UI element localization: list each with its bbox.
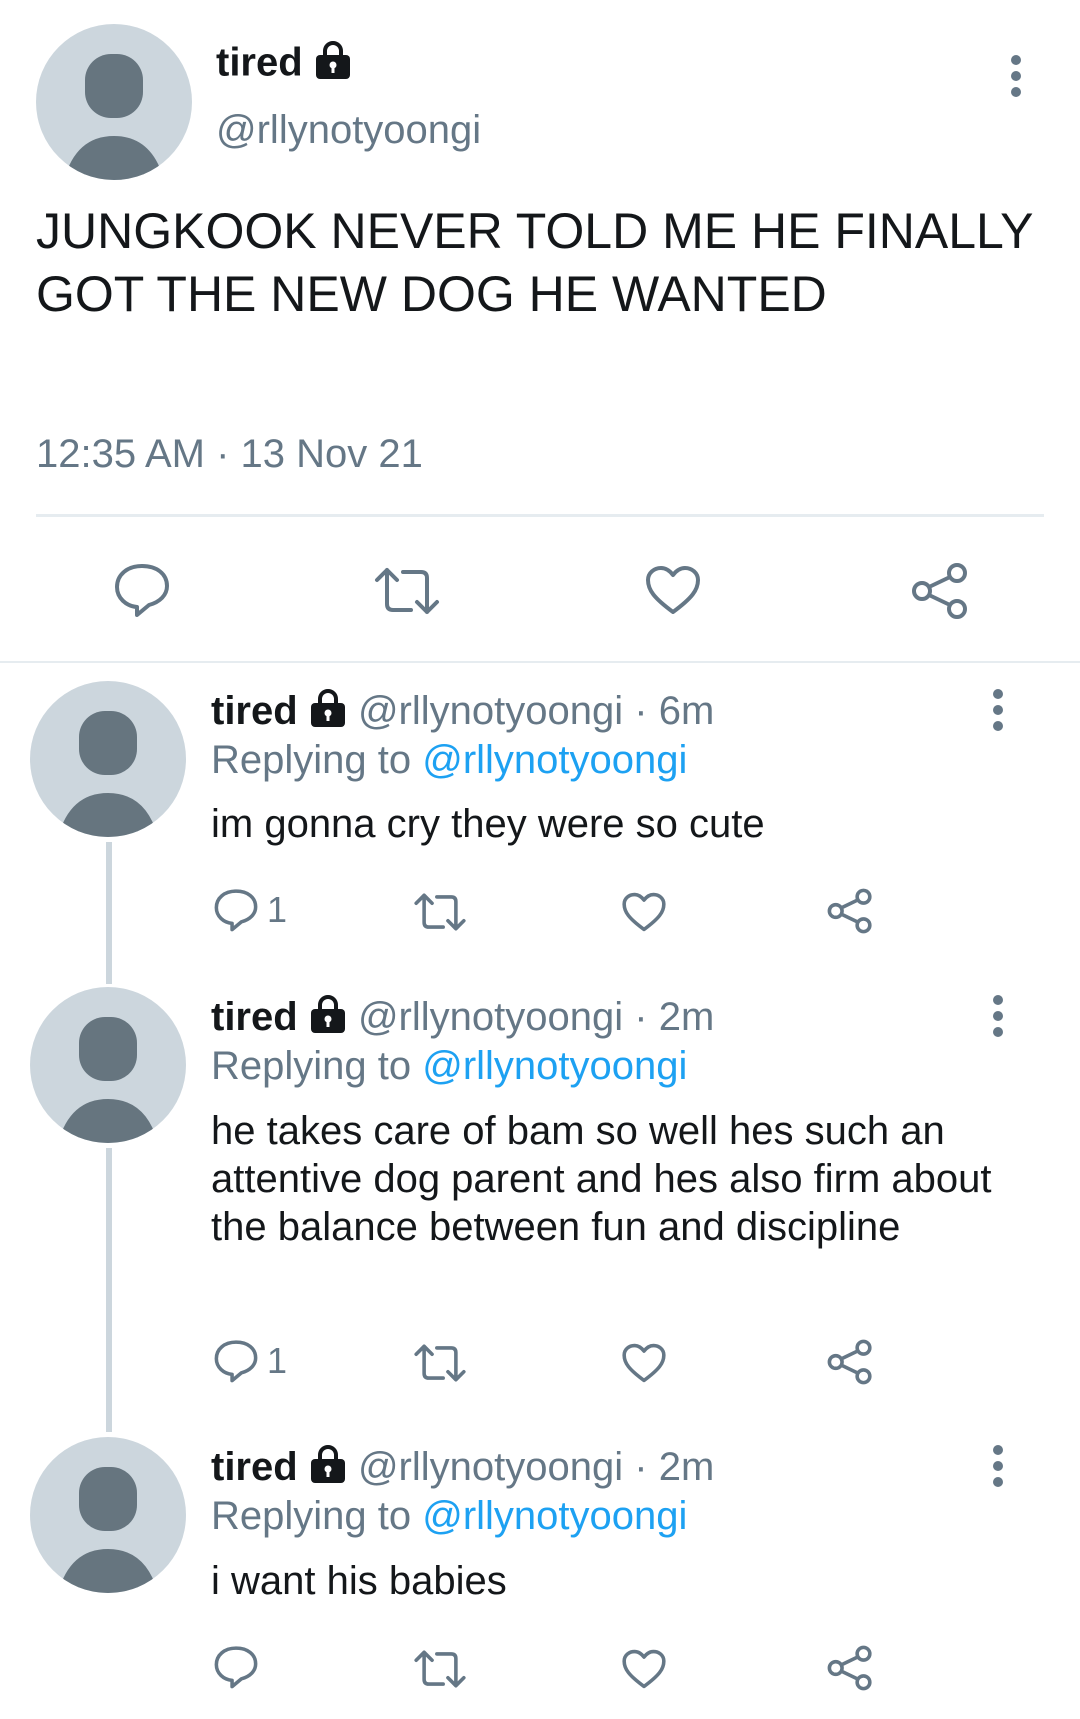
reply-text: im gonna cry they were so cute bbox=[211, 802, 765, 846]
reply-button[interactable] bbox=[213, 1645, 259, 1689]
reply-button[interactable] bbox=[113, 562, 171, 618]
retweet-icon bbox=[413, 892, 467, 932]
comment-icon bbox=[213, 1645, 259, 1689]
reply-count: 1 bbox=[267, 1340, 288, 1381]
retweet-button[interactable] bbox=[413, 1343, 467, 1383]
reply-button[interactable]: 1 bbox=[213, 1339, 287, 1383]
retweet-icon bbox=[413, 1649, 467, 1689]
divider bbox=[36, 514, 1044, 517]
handle[interactable]: @rllynotyoongi bbox=[358, 1445, 623, 1489]
more-vertical-icon[interactable] bbox=[1008, 54, 1024, 103]
heart-icon bbox=[621, 1342, 667, 1384]
display-name[interactable]: tired bbox=[211, 689, 298, 733]
retweet-icon bbox=[413, 1343, 467, 1383]
more-vertical-icon[interactable] bbox=[990, 688, 1006, 737]
tweet-text: JUNGKOOK NEVER TOLD ME HE FINALLY GOT TH… bbox=[36, 203, 1033, 322]
avatar[interactable] bbox=[30, 681, 186, 837]
avatar[interactable] bbox=[30, 987, 186, 1143]
reply-text: he takes care of bam so well hes such an… bbox=[211, 1109, 992, 1249]
share-icon bbox=[826, 1645, 874, 1691]
avatar[interactable] bbox=[36, 24, 192, 180]
display-name[interactable]: tired bbox=[211, 995, 298, 1039]
lock-icon bbox=[309, 688, 347, 739]
display-name[interactable]: tired bbox=[211, 1445, 298, 1489]
separator: · bbox=[634, 995, 648, 1039]
like-button[interactable] bbox=[621, 891, 667, 933]
handle[interactable]: @rllynotyoongi bbox=[216, 108, 481, 153]
avatar[interactable] bbox=[30, 1437, 186, 1593]
section-divider bbox=[0, 661, 1080, 663]
comment-icon bbox=[113, 562, 171, 618]
relative-time[interactable]: 2m bbox=[659, 1445, 715, 1489]
relative-time[interactable]: 6m bbox=[659, 689, 715, 733]
reply-count: 1 bbox=[267, 889, 288, 930]
share-icon bbox=[826, 1339, 874, 1385]
replying-to-link[interactable]: @rllynotyoongi bbox=[422, 738, 687, 782]
replying-to-prefix: Replying to bbox=[211, 1494, 423, 1538]
retweet-button[interactable] bbox=[373, 566, 441, 616]
replying-to: Replying to @rllynotyoongi bbox=[211, 736, 687, 784]
heart-icon bbox=[621, 891, 667, 933]
more-vertical-icon[interactable] bbox=[990, 994, 1006, 1043]
reply-header: tired @rllynotyoongi · 2m bbox=[211, 993, 714, 1045]
thread-line bbox=[106, 842, 112, 984]
separator: · bbox=[634, 1445, 648, 1489]
share-icon bbox=[826, 888, 874, 934]
share-button[interactable] bbox=[826, 1339, 874, 1385]
share-button[interactable] bbox=[910, 562, 970, 620]
lock-icon bbox=[314, 40, 352, 90]
like-button[interactable] bbox=[621, 1648, 667, 1690]
retweet-button[interactable] bbox=[413, 1649, 467, 1689]
replying-to: Replying to @rllynotyoongi bbox=[211, 1042, 687, 1090]
replying-to-prefix: Replying to bbox=[211, 1044, 423, 1088]
comment-icon bbox=[213, 1339, 259, 1383]
timestamp[interactable]: 12:35 AM · 13 Nov 21 bbox=[36, 432, 423, 477]
retweet-icon bbox=[373, 566, 441, 616]
share-icon bbox=[910, 562, 970, 620]
like-button[interactable] bbox=[644, 564, 702, 616]
relative-time[interactable]: 2m bbox=[659, 995, 715, 1039]
display-name[interactable]: tired bbox=[216, 40, 352, 90]
replying-to: Replying to @rllynotyoongi bbox=[211, 1492, 687, 1540]
reply-button[interactable]: 1 bbox=[213, 888, 287, 932]
separator: · bbox=[634, 689, 648, 733]
replying-to-link[interactable]: @rllynotyoongi bbox=[422, 1044, 687, 1088]
retweet-button[interactable] bbox=[413, 892, 467, 932]
more-vertical-icon[interactable] bbox=[990, 1444, 1006, 1493]
like-button[interactable] bbox=[621, 1342, 667, 1384]
handle[interactable]: @rllynotyoongi bbox=[358, 689, 623, 733]
heart-icon bbox=[621, 1648, 667, 1690]
heart-icon bbox=[644, 564, 702, 616]
display-name-text: tired bbox=[216, 40, 303, 85]
replying-to-prefix: Replying to bbox=[211, 738, 423, 782]
share-button[interactable] bbox=[826, 1645, 874, 1691]
lock-icon bbox=[309, 994, 347, 1045]
thread-line bbox=[106, 1148, 112, 1432]
lock-icon bbox=[309, 1444, 347, 1495]
handle[interactable]: @rllynotyoongi bbox=[358, 995, 623, 1039]
share-button[interactable] bbox=[826, 888, 874, 934]
reply-header: tired @rllynotyoongi · 2m bbox=[211, 1443, 714, 1495]
comment-icon bbox=[213, 888, 259, 932]
reply-text: i want his babies bbox=[211, 1559, 507, 1603]
reply-header: tired @rllynotyoongi · 6m bbox=[211, 687, 714, 739]
replying-to-link[interactable]: @rllynotyoongi bbox=[422, 1494, 687, 1538]
